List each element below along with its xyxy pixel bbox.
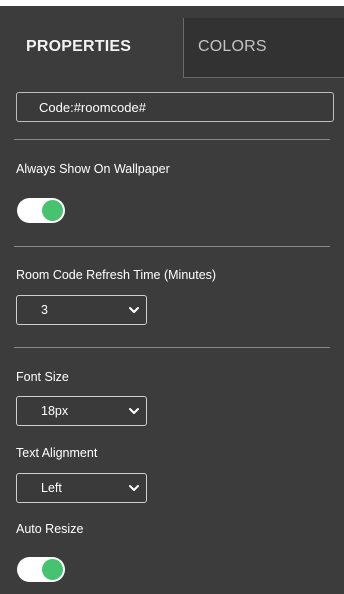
text-alignment-label: Text Alignment <box>16 446 98 460</box>
refresh-time-label: Room Code Refresh Time (Minutes) <box>16 268 217 282</box>
font-size-value: 18px <box>41 404 69 418</box>
properties-panel: PROPERTIES COLORS Always Show On Wallpap… <box>0 0 344 594</box>
chevron-down-icon <box>129 408 139 414</box>
always-show-toggle[interactable] <box>17 198 65 223</box>
toggle-knob <box>42 559 63 580</box>
toggle-knob <box>42 200 63 221</box>
tab-colors[interactable]: COLORS <box>183 18 344 78</box>
refresh-time-value: 3 <box>41 303 48 317</box>
chevron-down-icon <box>129 307 139 313</box>
room-code-text-field[interactable] <box>16 92 334 122</box>
auto-resize-toggle[interactable] <box>17 557 65 582</box>
always-show-label: Always Show On Wallpaper <box>16 162 170 176</box>
refresh-time-select[interactable]: 3 <box>16 295 147 325</box>
text-alignment-select[interactable]: Left <box>16 473 147 503</box>
divider <box>14 139 330 140</box>
font-size-select[interactable]: 18px <box>16 396 147 426</box>
divider <box>14 246 330 247</box>
tab-properties[interactable]: PROPERTIES <box>0 18 184 78</box>
font-size-label: Font Size <box>16 370 69 384</box>
divider <box>14 347 330 348</box>
text-alignment-value: Left <box>41 481 62 495</box>
chevron-down-icon <box>129 485 139 491</box>
auto-resize-label: Auto Resize <box>16 522 84 536</box>
tab-bar: PROPERTIES COLORS <box>0 18 344 78</box>
